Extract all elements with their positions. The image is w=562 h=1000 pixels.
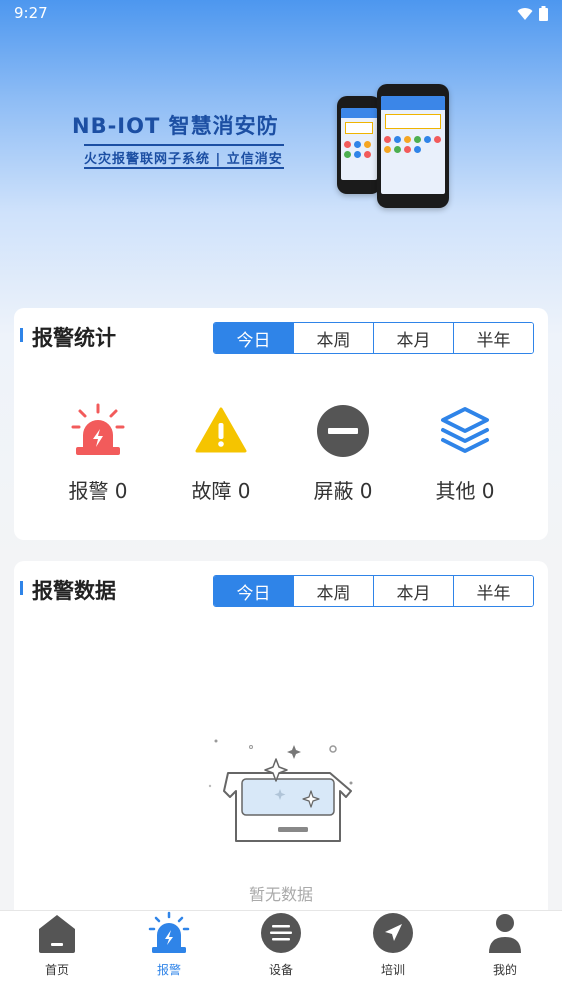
tab-week[interactable]: 本周	[293, 323, 373, 353]
tab-today[interactable]: 今日	[214, 576, 293, 606]
home-icon	[39, 915, 75, 953]
tab-alarm-label: 报警	[156, 963, 181, 977]
empty-box-icon	[208, 739, 353, 842]
block-icon	[317, 405, 369, 457]
banner-subtitle: 火灾报警联网子系统 | 立信消安	[84, 152, 283, 167]
warning-icon	[195, 407, 247, 453]
tab-home[interactable]: 首页	[1, 911, 113, 978]
stat-alarm-label: 报警 0	[68, 479, 128, 503]
banner-divider	[84, 144, 284, 146]
banner-title: NB-IOT 智慧消安防	[72, 114, 279, 138]
navigation-icon	[373, 913, 413, 953]
banner-divider	[84, 167, 284, 169]
stat-fault-label: 故障 0	[191, 479, 251, 503]
tab-home-label: 首页	[44, 963, 69, 977]
user-icon	[489, 914, 521, 953]
tab-half-year[interactable]: 半年	[453, 576, 533, 606]
stat-other[interactable]: 其他 0	[410, 403, 520, 504]
tab-month[interactable]: 本月	[373, 323, 453, 353]
alarm-icon	[148, 911, 190, 953]
tab-mine[interactable]: 我的	[449, 911, 561, 978]
tab-device-label: 设备	[268, 963, 293, 977]
alarm-stats-period-tabs: 今日 本周 本月 半年	[213, 322, 534, 354]
tab-alarm[interactable]: 报警	[113, 911, 225, 978]
alarm-stats-title: 报警统计	[32, 326, 116, 350]
title-accent-bar	[20, 328, 23, 342]
phone-illustration	[337, 96, 381, 194]
title-accent-bar	[20, 581, 23, 595]
stat-shield[interactable]: 屏蔽 0	[288, 403, 398, 504]
phone-illustration	[377, 84, 449, 208]
tab-device[interactable]: 设备	[225, 911, 337, 978]
siren-icon	[71, 403, 125, 455]
wifi-icon	[517, 7, 533, 20]
tab-mine-label: 我的	[492, 963, 517, 977]
bottom-tab-bar: 首页 报警 设备 培训 我的	[0, 910, 562, 1000]
status-bar: 9:27	[0, 0, 562, 28]
alarm-data-title: 报警数据	[32, 579, 116, 603]
alarm-data-card: 报警数据 今日 本周 本月 半年 暂无数据	[14, 561, 548, 921]
status-time: 9:27	[14, 4, 48, 22]
tab-training[interactable]: 培训	[337, 911, 449, 978]
battery-icon	[539, 6, 548, 21]
device-icon	[261, 913, 301, 953]
layers-icon	[441, 407, 489, 453]
stat-fault[interactable]: 故障 0	[166, 403, 276, 504]
stat-other-label: 其他 0	[435, 479, 495, 503]
tab-week[interactable]: 本周	[293, 576, 373, 606]
stat-shield-label: 屏蔽 0	[313, 479, 373, 503]
empty-state-text: 暂无数据	[248, 885, 313, 904]
tab-month[interactable]: 本月	[373, 576, 453, 606]
tab-today[interactable]: 今日	[214, 323, 293, 353]
tab-training-label: 培训	[380, 963, 405, 977]
tab-half-year[interactable]: 半年	[453, 323, 533, 353]
alarm-data-period-tabs: 今日 本周 本月 半年	[213, 575, 534, 607]
alarm-stats-card: 报警统计 今日 本周 本月 半年 报警 0 故障 0 屏蔽 0 其他 0	[14, 308, 548, 540]
stat-alarm[interactable]: 报警 0	[43, 403, 153, 504]
